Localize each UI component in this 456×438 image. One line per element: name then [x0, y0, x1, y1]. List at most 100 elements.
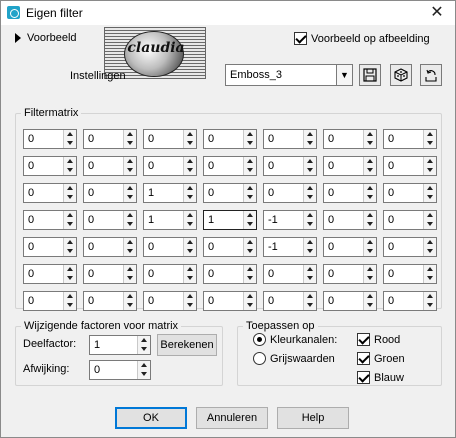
- randomize-button[interactable]: [390, 64, 412, 86]
- spinner-arrows-icon[interactable]: [123, 238, 136, 256]
- spinner-arrows-icon[interactable]: [137, 336, 150, 354]
- matrix-cell[interactable]: 0: [383, 291, 437, 311]
- blue-checkbox[interactable]: Blauw: [357, 371, 404, 384]
- spinner-arrows-icon[interactable]: [123, 130, 136, 148]
- matrix-cell[interactable]: 0: [143, 129, 197, 149]
- spinner-arrows-icon[interactable]: [423, 265, 436, 283]
- matrix-cell[interactable]: 0: [203, 291, 257, 311]
- matrix-cell[interactable]: 0: [143, 156, 197, 176]
- matrix-cell[interactable]: 0: [383, 210, 437, 230]
- matrix-cell[interactable]: 0: [383, 237, 437, 257]
- matrix-cell[interactable]: 0: [323, 210, 377, 230]
- matrix-cell[interactable]: 0: [83, 237, 137, 257]
- matrix-cell[interactable]: 0: [23, 237, 77, 257]
- matrix-cell[interactable]: 0: [203, 129, 257, 149]
- save-preset-button[interactable]: [359, 64, 381, 86]
- matrix-cell[interactable]: 0: [143, 264, 197, 284]
- preview-on-image-checkbox[interactable]: Voorbeeld op afbeelding: [294, 32, 430, 45]
- spinner-arrows-icon[interactable]: [303, 211, 316, 229]
- matrix-cell[interactable]: 0: [203, 237, 257, 257]
- matrix-cell[interactable]: 0: [23, 156, 77, 176]
- spinner-arrows-icon[interactable]: [63, 211, 76, 229]
- matrix-cell[interactable]: 0: [143, 237, 197, 257]
- matrix-cell[interactable]: 0: [323, 291, 377, 311]
- matrix-cell[interactable]: 0: [23, 264, 77, 284]
- spinner-arrows-icon[interactable]: [183, 184, 196, 202]
- spinner-arrows-icon[interactable]: [363, 130, 376, 148]
- spinner-arrows-icon[interactable]: [423, 184, 436, 202]
- spinner-arrows-icon[interactable]: [123, 265, 136, 283]
- spinner-arrows-icon[interactable]: [363, 265, 376, 283]
- spinner-arrows-icon[interactable]: [183, 265, 196, 283]
- spinner-arrows-icon[interactable]: [243, 265, 256, 283]
- spinner-arrows-icon[interactable]: [243, 130, 256, 148]
- matrix-cell[interactable]: 0: [263, 156, 317, 176]
- matrix-cell[interactable]: 1: [143, 210, 197, 230]
- ok-button[interactable]: OK: [115, 407, 187, 429]
- spinner-arrows-icon[interactable]: [363, 211, 376, 229]
- spinner-arrows-icon[interactable]: [183, 292, 196, 310]
- divisor-stepper[interactable]: 1: [89, 335, 151, 355]
- matrix-cell[interactable]: 0: [323, 237, 377, 257]
- preset-select[interactable]: Emboss_3 ▼: [225, 64, 353, 86]
- spinner-arrows-icon[interactable]: [183, 238, 196, 256]
- matrix-cell[interactable]: 0: [83, 291, 137, 311]
- matrix-cell[interactable]: -1: [263, 210, 317, 230]
- matrix-cell[interactable]: -1: [263, 237, 317, 257]
- spinner-arrows-icon[interactable]: [243, 184, 256, 202]
- matrix-cell[interactable]: 0: [83, 264, 137, 284]
- help-button[interactable]: Help: [277, 407, 349, 429]
- spinner-arrows-icon[interactable]: [63, 184, 76, 202]
- spinner-arrows-icon[interactable]: [303, 157, 316, 175]
- cancel-button[interactable]: Annuleren: [196, 407, 268, 429]
- matrix-cell[interactable]: 0: [323, 183, 377, 203]
- spinner-arrows-icon[interactable]: [363, 292, 376, 310]
- matrix-cell[interactable]: 0: [83, 183, 137, 203]
- close-icon[interactable]: ✕: [427, 3, 447, 23]
- spinner-arrows-icon[interactable]: [303, 265, 316, 283]
- red-checkbox[interactable]: Rood: [357, 333, 400, 346]
- spinner-arrows-icon[interactable]: [183, 211, 196, 229]
- spinner-arrows-icon[interactable]: [123, 211, 136, 229]
- matrix-cell[interactable]: 0: [263, 291, 317, 311]
- spinner-arrows-icon[interactable]: [243, 292, 256, 310]
- spinner-arrows-icon[interactable]: [63, 265, 76, 283]
- spinner-arrows-icon[interactable]: [243, 211, 256, 229]
- grayscale-radio[interactable]: Grijswaarden: [253, 352, 335, 365]
- spinner-arrows-icon[interactable]: [303, 238, 316, 256]
- spinner-arrows-icon[interactable]: [423, 238, 436, 256]
- preview-toggle[interactable]: Voorbeeld: [15, 32, 77, 44]
- offset-stepper[interactable]: 0: [89, 360, 151, 380]
- reset-button[interactable]: [420, 64, 442, 86]
- matrix-cell[interactable]: 0: [263, 264, 317, 284]
- matrix-cell[interactable]: 1: [203, 210, 257, 230]
- matrix-cell[interactable]: 0: [23, 291, 77, 311]
- matrix-cell[interactable]: 0: [83, 156, 137, 176]
- matrix-cell[interactable]: 0: [23, 210, 77, 230]
- matrix-cell[interactable]: 0: [203, 264, 257, 284]
- spinner-arrows-icon[interactable]: [243, 238, 256, 256]
- matrix-cell[interactable]: 0: [383, 156, 437, 176]
- spinner-arrows-icon[interactable]: [423, 292, 436, 310]
- matrix-cell[interactable]: 0: [83, 129, 137, 149]
- spinner-arrows-icon[interactable]: [123, 157, 136, 175]
- spinner-arrows-icon[interactable]: [137, 361, 150, 379]
- matrix-cell[interactable]: 0: [323, 264, 377, 284]
- calculate-button[interactable]: Berekenen: [157, 334, 217, 356]
- matrix-cell[interactable]: 0: [263, 183, 317, 203]
- spinner-arrows-icon[interactable]: [423, 157, 436, 175]
- color-channels-radio[interactable]: Kleurkanalen:: [253, 333, 337, 346]
- spinner-arrows-icon[interactable]: [63, 157, 76, 175]
- spinner-arrows-icon[interactable]: [303, 130, 316, 148]
- matrix-cell[interactable]: 0: [383, 264, 437, 284]
- matrix-cell[interactable]: 1: [143, 183, 197, 203]
- spinner-arrows-icon[interactable]: [363, 184, 376, 202]
- matrix-cell[interactable]: 0: [323, 129, 377, 149]
- spinner-arrows-icon[interactable]: [183, 130, 196, 148]
- spinner-arrows-icon[interactable]: [303, 184, 316, 202]
- spinner-arrows-icon[interactable]: [63, 238, 76, 256]
- matrix-cell[interactable]: 0: [143, 291, 197, 311]
- matrix-cell[interactable]: 0: [263, 129, 317, 149]
- spinner-arrows-icon[interactable]: [123, 292, 136, 310]
- spinner-arrows-icon[interactable]: [363, 157, 376, 175]
